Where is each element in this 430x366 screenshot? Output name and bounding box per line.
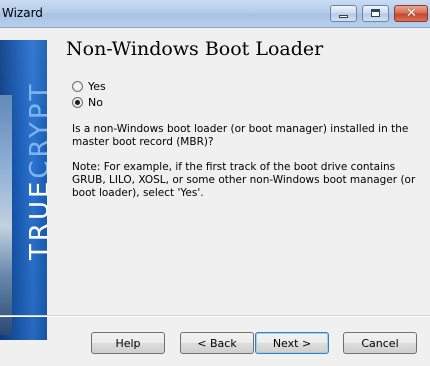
radio-yes[interactable]: Yes bbox=[72, 79, 106, 93]
title-bar[interactable]: Wizard ✕ bbox=[0, 0, 430, 28]
window-title: Wizard bbox=[2, 6, 43, 20]
next-button[interactable]: Next > bbox=[255, 332, 329, 354]
banner-logo-text: TRUECRYPT bbox=[25, 81, 47, 260]
wizard-content: TRUECRYPT Non-Windows Boot Loader Yes No… bbox=[0, 28, 430, 366]
banner-text-crypt: CRYPT bbox=[25, 81, 47, 179]
maximize-icon bbox=[371, 9, 380, 17]
banner-text-true: TRUE bbox=[25, 178, 47, 260]
separator bbox=[0, 315, 430, 317]
minimize-icon bbox=[339, 15, 348, 18]
radio-no[interactable]: No bbox=[72, 95, 103, 109]
page-title: Non-Windows Boot Loader bbox=[66, 38, 324, 60]
question-text: Is a non-Windows boot loader (or boot ma… bbox=[72, 123, 409, 148]
note-text: Note: For example, if the first track of… bbox=[72, 161, 416, 199]
truecrypt-banner: TRUECRYPT bbox=[0, 40, 47, 340]
minimize-button[interactable] bbox=[330, 5, 357, 22]
close-button[interactable]: ✕ bbox=[394, 5, 428, 22]
radio-no-label[interactable]: No bbox=[88, 96, 103, 109]
cancel-button[interactable]: Cancel bbox=[343, 332, 417, 354]
radio-yes-indicator[interactable] bbox=[72, 80, 83, 92]
radio-no-indicator[interactable] bbox=[72, 96, 83, 108]
back-button[interactable]: < Back bbox=[180, 332, 254, 354]
close-icon: ✕ bbox=[406, 6, 417, 21]
radio-yes-label[interactable]: Yes bbox=[88, 80, 106, 93]
help-button[interactable]: Help bbox=[91, 332, 165, 354]
maximize-button[interactable] bbox=[362, 5, 389, 22]
